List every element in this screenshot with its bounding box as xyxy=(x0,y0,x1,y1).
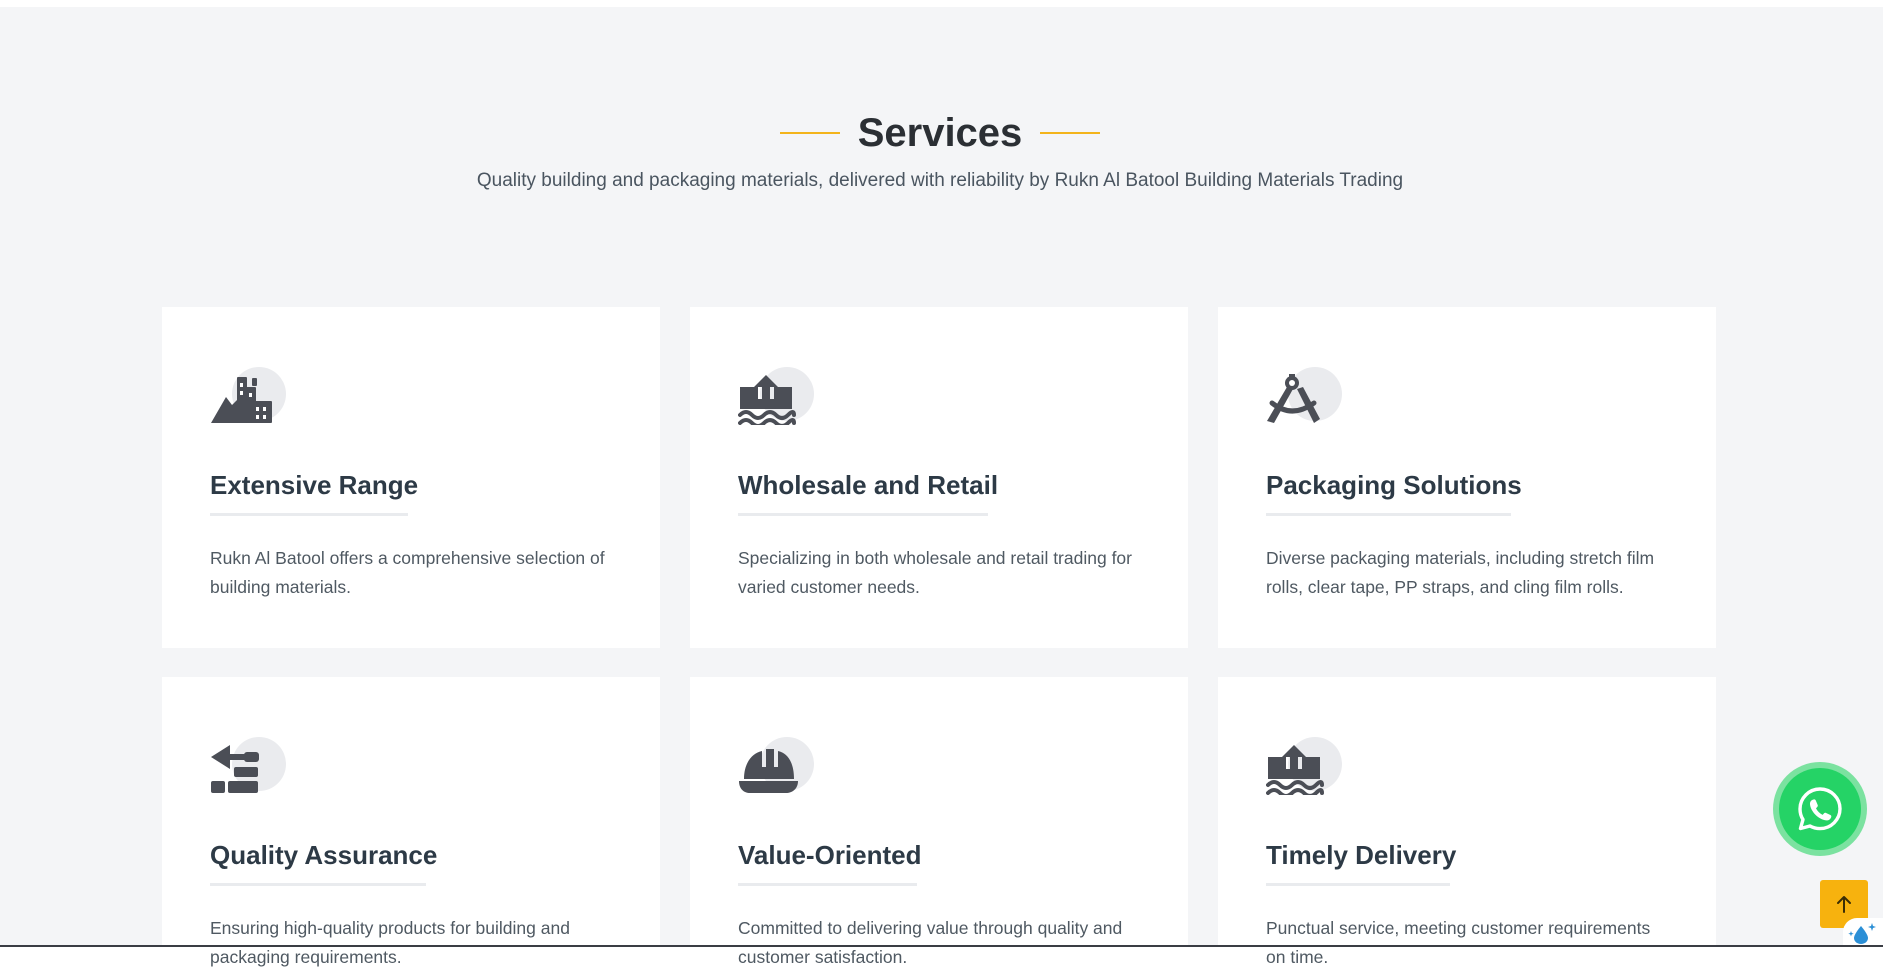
service-icon-wrap xyxy=(210,737,286,799)
title-decor-line-left xyxy=(779,132,840,134)
service-card-value-oriented: Value-Oriented Committed to delivering v… xyxy=(690,677,1188,967)
service-description: Diverse packaging materials, including s… xyxy=(1266,548,1655,597)
house-flood-water-icon xyxy=(1266,745,1324,795)
section-title: Services xyxy=(779,109,1101,157)
service-icon-wrap xyxy=(1266,737,1342,799)
service-icon-wrap xyxy=(738,367,814,429)
water-drop-sparkle-icon xyxy=(1848,922,1876,944)
house-flood-water-icon xyxy=(738,375,796,425)
title-decor-line-right xyxy=(1040,132,1101,134)
section-header: Services xyxy=(0,109,1880,157)
arrow-up-icon xyxy=(1837,896,1851,913)
service-title: Packaging Solutions xyxy=(1266,470,1522,500)
service-description: Ensuring high-quality products for build… xyxy=(210,918,570,967)
service-card-extensive-range: Extensive Range Rukn Al Batool offers a … xyxy=(162,307,660,648)
mountain-city-icon xyxy=(211,377,272,423)
section-subtitle: Quality building and packaging materials… xyxy=(476,170,1404,191)
service-title: Timely Delivery xyxy=(1266,840,1457,870)
whatsapp-button-inner[interactable] xyxy=(1779,768,1861,850)
title-underline xyxy=(210,883,426,886)
title-underline xyxy=(738,883,917,886)
title-underline xyxy=(738,513,988,516)
helmet-safety-icon xyxy=(739,749,798,793)
service-title: Extensive Range xyxy=(210,470,419,500)
service-icon-wrap xyxy=(1266,367,1342,429)
service-title: Value-Oriented xyxy=(738,840,922,870)
service-card-wholesale-retail: Wholesale and Retail Specializing in bot… xyxy=(690,307,1188,648)
service-description: Committed to delivering value through qu… xyxy=(738,918,1123,967)
compass-drafting-icon xyxy=(1267,374,1320,423)
title-underline xyxy=(1266,883,1450,886)
title-underline xyxy=(1266,513,1511,516)
service-card-packaging-solutions: Packaging Solutions Diverse packaging ma… xyxy=(1218,307,1716,648)
service-card-timely-delivery: Timely Delivery Punctual service, meetin… xyxy=(1218,677,1716,967)
service-description: Rukn Al Batool offers a comprehensive se… xyxy=(210,548,605,597)
service-description: Punctual service, meeting customer requi… xyxy=(1266,918,1651,967)
section-title-text: Services xyxy=(857,111,1023,155)
whatsapp-button[interactable] xyxy=(1773,762,1867,856)
service-icon-wrap xyxy=(210,367,286,429)
service-card-quality-assurance: Quality Assurance Ensuring high-quality … xyxy=(162,677,660,967)
service-title: Wholesale and Retail xyxy=(738,470,999,500)
floating-widget-badge[interactable] xyxy=(1843,918,1883,947)
whatsapp-icon xyxy=(1798,787,1842,831)
title-underline xyxy=(210,513,408,516)
service-description: Specializing in both wholesale and retai… xyxy=(738,548,1132,597)
service-icon-wrap xyxy=(738,737,814,799)
services-section: Services Quality building and packaging … xyxy=(0,7,1883,967)
trowel-bricks-icon xyxy=(211,745,259,793)
service-title: Quality Assurance xyxy=(210,840,438,870)
